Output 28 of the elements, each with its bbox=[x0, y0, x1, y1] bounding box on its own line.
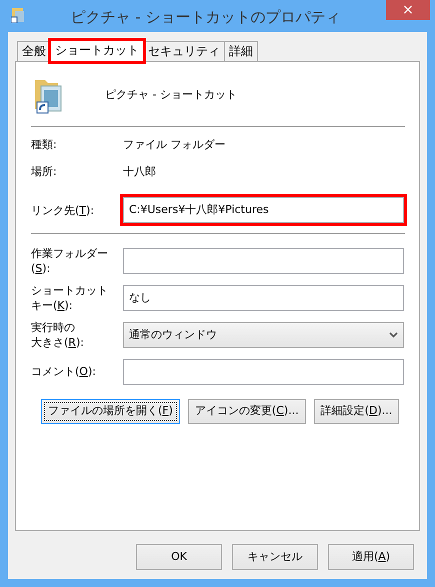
link-target-field[interactable]: C:¥Users¥十八郎¥Pictures bbox=[123, 197, 404, 223]
chevron-down-icon bbox=[389, 332, 398, 338]
field-label: 種類: bbox=[31, 137, 58, 153]
field-value: ファイル フォルダー bbox=[123, 137, 226, 153]
tab[interactable]: 詳細 bbox=[224, 41, 258, 61]
input-field[interactable] bbox=[123, 248, 404, 274]
action-button[interactable]: アイコンの変更(C)... bbox=[188, 399, 306, 424]
field-label: 実行時の 大きさ(R): bbox=[31, 320, 85, 350]
shortcut-name: ピクチャ - ショートカット bbox=[105, 86, 237, 103]
action-button[interactable]: ファイルの場所を開く(F) bbox=[41, 399, 180, 424]
field-label: 場所: bbox=[31, 164, 58, 180]
dialog-button[interactable]: キャンセル bbox=[232, 544, 318, 570]
field-label: リンク先(T): bbox=[31, 202, 96, 218]
field-label: ショートカット キー(K): bbox=[31, 282, 109, 312]
dialog-button[interactable]: OK bbox=[136, 544, 222, 570]
window-title: ピクチャ - ショートカットのプロパティ bbox=[70, 7, 342, 28]
tab[interactable]: ショートカット bbox=[50, 40, 144, 62]
input-field[interactable] bbox=[123, 358, 404, 384]
close-button[interactable]: × bbox=[386, 0, 430, 20]
field-value: 十八郎 bbox=[123, 164, 156, 180]
folder-shortcut-icon bbox=[11, 7, 25, 23]
field-label: 作業フォルダー (S): bbox=[31, 246, 109, 276]
dialog-button[interactable]: 適用(A) bbox=[328, 544, 414, 570]
action-button[interactable]: 詳細設定(D)... bbox=[314, 399, 400, 424]
window-size-dropdown[interactable]: 通常のウィンドウ bbox=[123, 322, 404, 348]
input-field[interactable]: なし bbox=[123, 284, 404, 310]
field-label: コメント(O): bbox=[31, 364, 97, 379]
tab[interactable]: 全般 bbox=[17, 41, 51, 61]
